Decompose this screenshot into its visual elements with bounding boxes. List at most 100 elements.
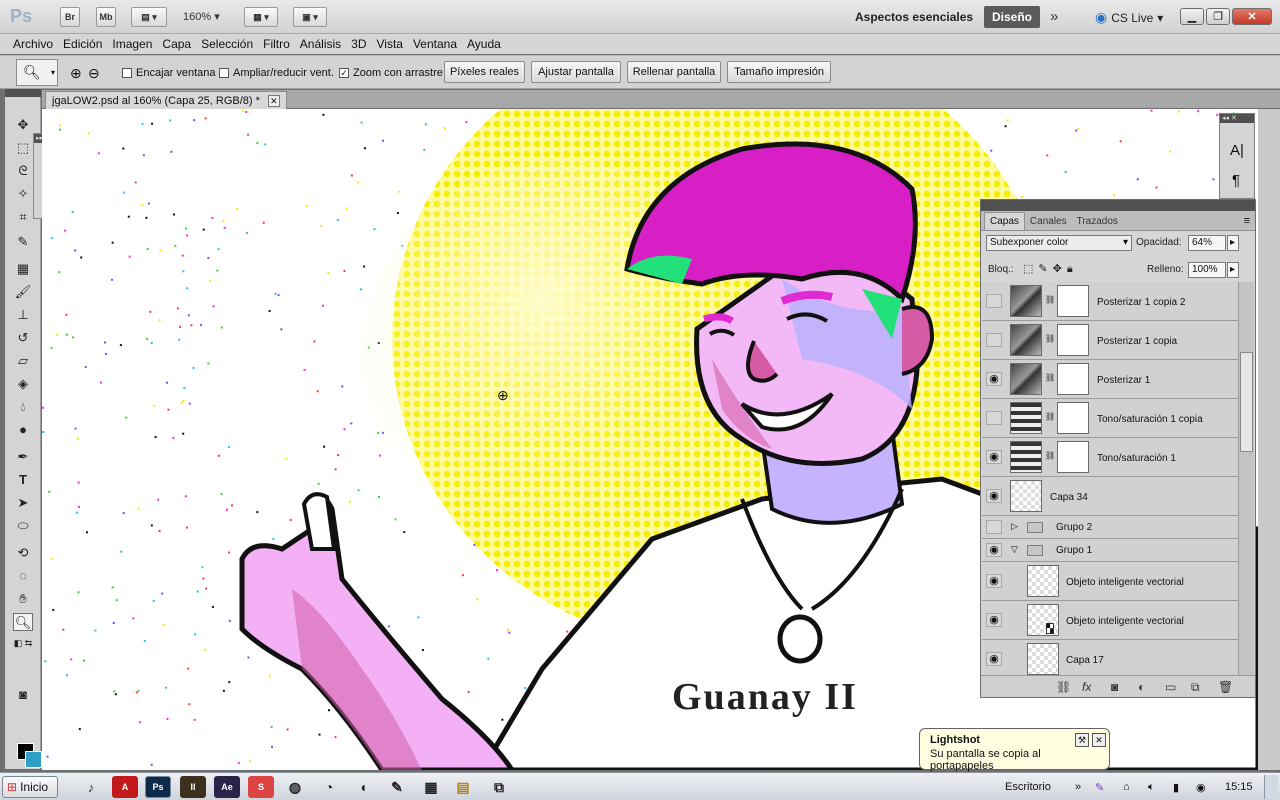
actual-pixels-button[interactable]: Píxeles reales: [444, 61, 525, 83]
layer-group-row[interactable]: ▷ Grupo 2: [982, 516, 1238, 539]
workspace-design[interactable]: Diseño: [984, 6, 1040, 28]
layer-row[interactable]: ◉ ⛓ Tono/saturación 1: [982, 438, 1238, 477]
pencil-icon[interactable]: ✎: [384, 776, 410, 798]
fx-icon[interactable]: fx: [1082, 680, 1091, 694]
network-icon[interactable]: ⌂: [1123, 781, 1130, 793]
eye-icon[interactable]: ◉: [986, 543, 1002, 557]
fit-screen-button[interactable]: Ajustar pantalla: [531, 61, 621, 83]
new-layer-icon[interactable]: ⧉: [1191, 680, 1200, 695]
visibility-toggle[interactable]: [986, 294, 1002, 308]
resize-windows-checkbox[interactable]: Encajar ventana: [122, 67, 216, 79]
workspace-essentials[interactable]: Aspectos esenciales: [855, 10, 973, 24]
visibility-toggle[interactable]: [986, 520, 1002, 534]
shape-tool-icon[interactable]: ⬭: [13, 517, 33, 535]
window-switch-icon[interactable]: ⧉: [486, 776, 512, 798]
arrange-documents-button[interactable]: ▦ ▾: [244, 7, 278, 27]
scroll-thumb[interactable]: [1240, 352, 1253, 452]
character-icon[interactable]: A|: [1230, 142, 1244, 159]
fill-screen-button[interactable]: Rellenar pantalla: [627, 61, 721, 83]
app-s-icon[interactable]: S: [248, 776, 274, 798]
history-brush-tool-icon[interactable]: ↺: [13, 329, 33, 347]
layer-mask-thumbnail[interactable]: [1057, 402, 1089, 434]
document-tab[interactable]: jgaLOW2.psd al 160% (Capa 25, RGB/8) * ✕: [45, 91, 287, 109]
firefox-icon[interactable]: ◔: [316, 776, 342, 798]
layer-row[interactable]: ◉ Capa 34: [982, 477, 1238, 516]
visibility-toggle[interactable]: [986, 333, 1002, 347]
cs-live-button[interactable]: ◉ CS Live ▾: [1095, 9, 1163, 26]
blur-tool-icon[interactable]: 💧︎: [13, 398, 33, 416]
type-tool-icon[interactable]: T: [13, 471, 33, 489]
photoshop-task-icon[interactable]: Ps: [145, 776, 171, 798]
menu-edicion[interactable]: Edición: [58, 37, 107, 51]
opacity-input[interactable]: 64%: [1188, 235, 1226, 251]
layer-row[interactable]: ◉ ▚ Objeto inteligente vectorial: [982, 601, 1238, 640]
marquee-tool-icon[interactable]: ⬚: [13, 139, 33, 157]
wrench-icon[interactable]: ⚒: [1075, 733, 1089, 747]
background-color-swatch[interactable]: [25, 751, 42, 768]
3d-orbit-tool-icon[interactable]: ◌: [13, 567, 33, 585]
zoom-out-icon[interactable]: ⊖: [88, 65, 100, 82]
layer-mask-thumbnail[interactable]: [1057, 324, 1089, 356]
move-tool-icon[interactable]: ✥: [13, 116, 33, 134]
collapse-arrow-icon[interactable]: ▽: [1011, 544, 1018, 555]
hand-tool-icon[interactable]: ✋︎: [13, 590, 33, 608]
explorer-folder-icon[interactable]: ▤: [450, 776, 476, 798]
fill-slider-arrow[interactable]: ▸: [1227, 262, 1239, 278]
canvas-vertical-scrollbar[interactable]: [1258, 109, 1280, 770]
acrobat-icon[interactable]: A: [112, 776, 138, 798]
clock[interactable]: 15:15: [1225, 781, 1253, 793]
layer-mask-thumbnail[interactable]: [1057, 363, 1089, 395]
globe-icon[interactable]: ◍: [282, 776, 308, 798]
layer-row[interactable]: ◉ Objeto inteligente vectorial: [982, 562, 1238, 601]
new-group-icon[interactable]: ▭: [1165, 680, 1176, 694]
trash-icon[interactable]: 🗑︎: [1218, 680, 1233, 694]
3d-rotate-tool-icon[interactable]: ⟲: [13, 544, 33, 562]
add-mask-icon[interactable]: ◙: [1111, 680, 1118, 694]
pen-tool-icon[interactable]: ✒: [13, 448, 33, 466]
menu-capa[interactable]: Capa: [157, 37, 196, 51]
eye-icon[interactable]: ◉: [986, 450, 1002, 464]
toolbox-header[interactable]: [5, 89, 41, 97]
blend-mode-select[interactable]: Subexponer color ▾: [986, 235, 1132, 251]
volume-icon[interactable]: 🔈︎: [1148, 781, 1155, 794]
lasso-tool-icon[interactable]: ᘓ: [13, 162, 33, 180]
minimize-button[interactable]: ▁: [1180, 8, 1204, 25]
default-colors-icon[interactable]: ◧ ⇆: [13, 634, 33, 652]
lock-icons[interactable]: ⬚✎✥🔒︎: [1023, 262, 1078, 276]
paragraph-icon[interactable]: ¶: [1232, 172, 1240, 189]
tab-canales[interactable]: Canales: [1025, 213, 1072, 230]
mini-bridge-button[interactable]: Mb: [96, 7, 116, 27]
after-effects-task-icon[interactable]: Ae: [214, 776, 240, 798]
eye-icon[interactable]: ◉: [986, 489, 1002, 503]
fill-input[interactable]: 100%: [1188, 262, 1226, 278]
zoom-in-icon[interactable]: ⊕: [70, 65, 82, 82]
eye-icon[interactable]: ◉: [986, 613, 1002, 627]
eyedropper-tool-icon[interactable]: ✎: [13, 233, 33, 251]
menu-ventana[interactable]: Ventana: [408, 37, 462, 51]
close-button[interactable]: ✕: [1232, 8, 1272, 25]
expand-arrow-icon[interactable]: ▷: [1011, 521, 1018, 532]
path-selection-tool-icon[interactable]: ➤: [13, 494, 33, 512]
layer-row[interactable]: ◉ ⛓ Posterizar 1: [982, 360, 1238, 399]
tab-trazados[interactable]: Trazados: [1072, 213, 1123, 230]
adjustment-layer-icon[interactable]: ◐: [1138, 680, 1145, 694]
panel-menu-icon[interactable]: ≡: [1239, 212, 1255, 230]
desktop-toolbar[interactable]: Escritorio: [1005, 781, 1051, 793]
eye-icon[interactable]: ◉: [986, 372, 1002, 386]
quick-mask-icon[interactable]: ◙: [13, 686, 33, 704]
brush-tool-icon[interactable]: 🖌︎: [13, 283, 33, 301]
clone-stamp-tool-icon[interactable]: ⊥: [13, 306, 33, 324]
chat-icon[interactable]: ◖: [350, 776, 376, 798]
menu-ayuda[interactable]: Ayuda: [462, 37, 506, 51]
crop-tool-icon[interactable]: ⌗: [13, 208, 33, 226]
healing-brush-tool-icon[interactable]: ▦: [13, 260, 33, 278]
layer-mask-thumbnail[interactable]: [1057, 285, 1089, 317]
menu-archivo[interactable]: Archivo: [8, 37, 58, 51]
tool-preset-picker[interactable]: 🔍︎ ▾: [16, 59, 58, 86]
close-tab-icon[interactable]: ✕: [267, 94, 280, 107]
menu-imagen[interactable]: Imagen: [107, 37, 157, 51]
layer-group-row[interactable]: ◉ ▽ Grupo 1: [982, 539, 1238, 562]
calendar-icon[interactable]: ▦: [418, 776, 444, 798]
lightshot-tray-icon[interactable]: ✎: [1095, 781, 1104, 794]
zoom-level-dropdown[interactable]: 160% ▾: [183, 10, 220, 23]
